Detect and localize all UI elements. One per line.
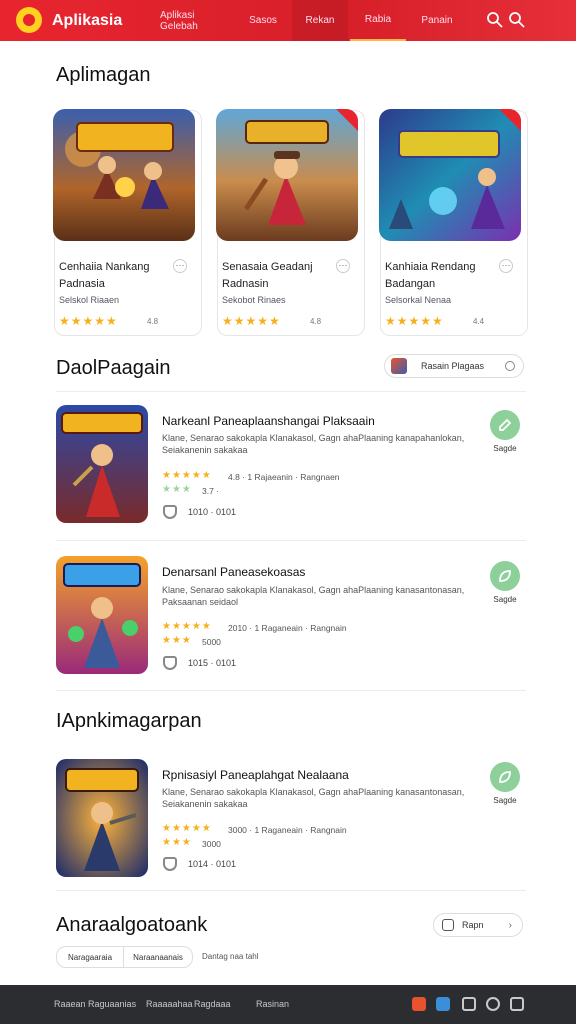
nav-item-1[interactable]: Aplikasi Gelebah — [160, 0, 230, 41]
nav-item-4[interactable]: Rabia — [350, 0, 406, 41]
star-rating: ★★★★★ — [162, 470, 212, 481]
row-meta: 4.8 · 1 Rajaeanin · Rangnaen — [228, 472, 340, 482]
footer-bar: Raaean Raguaanias Raaaaahaa Ragdaaa Rasi… — [0, 985, 576, 1024]
game-artwork-3[interactable] — [379, 109, 521, 241]
row-sub-rating: 3000 — [202, 839, 221, 849]
row-meta: 3000 · 1 Raganeain · Rangnain — [228, 825, 347, 835]
row-artwork-1[interactable] — [56, 405, 148, 523]
row-sub-rating: 5000 — [202, 637, 221, 647]
footer-link-2[interactable]: Raaaaahaa — [146, 999, 193, 1009]
featured-card-3[interactable]: Kanhiaia Rendang Badangan ⋯ Selsorkal Ne… — [379, 109, 528, 336]
star-rating: ★★★★★ — [162, 621, 212, 632]
rating-value: 4.8 — [310, 317, 322, 326]
row-title[interactable]: Rpnisasiyl Paneaplahgat Nealaana — [162, 768, 349, 782]
game-artwork-1[interactable] — [53, 109, 195, 241]
row-size: 1014 · 0101 — [188, 859, 237, 869]
popular-section-title: DaolPaagain — [56, 357, 171, 379]
rating-value: 4.4 — [473, 317, 485, 326]
rating-value: 4.8 — [147, 317, 159, 326]
more-options-icon[interactable]: ⋯ — [173, 259, 187, 273]
divider — [56, 540, 526, 541]
divider — [56, 690, 526, 691]
search-icon[interactable] — [486, 997, 500, 1011]
featured-section-title: Aplimagan — [56, 64, 151, 86]
row-title[interactable]: Narkeanl Paneaplaanshangai Plaksaain — [162, 414, 375, 428]
nav-item-5[interactable]: Panain — [412, 0, 462, 41]
see-all-label: Rapn — [462, 920, 484, 930]
card-title[interactable]: Cenhaiia Nankang Padnasia — [59, 259, 179, 293]
leaf-icon — [499, 570, 511, 582]
star-rating: ★★★★★ — [222, 314, 281, 328]
doc-icon[interactable] — [462, 997, 476, 1011]
more-options-icon[interactable]: ⋯ — [336, 259, 350, 273]
tab-extra-text[interactable]: Dantag naa tahl — [202, 952, 259, 961]
game-artwork-2[interactable] — [216, 109, 358, 241]
tab-segment-1[interactable]: Naragaaraia — [56, 946, 124, 968]
more-options-icon[interactable]: ⋯ — [499, 259, 513, 273]
star-rating: ★★★★★ — [385, 314, 444, 328]
card-subtitle: Selskol Riaaen — [59, 295, 120, 305]
row-description: Klane, Senarao sakokapla Klanakasol, Gag… — [162, 787, 465, 809]
bottom-section-title: Anaraalgoatoank — [56, 914, 208, 936]
row-size: 1010 · 0101 — [188, 507, 237, 517]
edit-icon — [499, 418, 512, 431]
card-title[interactable]: Senasaia Geadanj Radnasin — [222, 259, 342, 293]
featured-card-2[interactable]: Senasaia Geadanj Radnasin ⋯ Sekobot Rina… — [216, 109, 365, 336]
shield-icon — [163, 656, 177, 670]
featured-card-1[interactable]: Cenhaiia Nankang Padnasia ⋯ Selskol Riaa… — [53, 109, 202, 336]
row-description: Klane, Senarao sakokapla Klanakasol, Gag… — [162, 585, 465, 607]
shield-icon — [163, 505, 177, 519]
filter-pill-label: Rasain Plagaas — [421, 361, 485, 371]
top-bar: Aplikasia Aplikasi Gelebah Sasos Rekan R… — [0, 0, 576, 41]
row-artwork-3[interactable] — [56, 759, 148, 877]
row-size: 1015 · 0101 — [188, 658, 237, 668]
row-title[interactable]: Denarsanl Paneasekoasas — [162, 565, 305, 579]
row-sub-rating: 3.7 · — [202, 486, 220, 496]
filter-pill[interactable]: Rasain Plagaas — [384, 354, 524, 378]
install-button[interactable] — [490, 762, 520, 792]
row-description: Klane, Senarao sakokapla Klanakasol, Gag… — [162, 433, 465, 455]
footer-link-1[interactable]: Raaean Raguaanias — [54, 999, 136, 1009]
search-icon-2[interactable] — [508, 11, 526, 29]
app-logo-icon[interactable] — [16, 7, 42, 33]
star-rating-secondary: ★★★ — [162, 837, 192, 848]
star-rating: ★★★★★ — [162, 823, 212, 834]
search-icon[interactable] — [486, 11, 504, 29]
install-label[interactable]: Sagde — [484, 796, 526, 805]
card-title[interactable]: Kanhiaia Rendang Badangan — [385, 259, 505, 293]
footer-link-3[interactable]: Ragdaaa — [194, 999, 231, 1009]
install-label[interactable]: Sagde — [484, 444, 526, 453]
footer-link-4[interactable]: Rasinan — [256, 999, 289, 1009]
share-icon[interactable] — [436, 997, 450, 1011]
thumbnail-icon — [391, 358, 407, 374]
leaf-icon — [499, 771, 511, 783]
doc-icon — [442, 919, 454, 931]
install-label[interactable]: Sagde — [484, 595, 526, 604]
divider — [56, 391, 526, 392]
chevron-right-icon: › — [508, 919, 512, 931]
fire-icon[interactable] — [412, 997, 426, 1011]
nav-item-3[interactable]: Rekan — [292, 0, 348, 41]
tab-segment-2[interactable]: Naraanaanais — [123, 946, 193, 968]
star-rating-secondary: ★★★ — [162, 484, 192, 495]
install-button[interactable] — [490, 410, 520, 440]
divider — [56, 890, 526, 891]
row-meta: 2010 · 1 Raganeain · Rangnain — [228, 623, 347, 633]
more-section-title: IApnkimagarpan — [56, 710, 202, 732]
brand-title[interactable]: Aplikasia — [52, 12, 122, 30]
chevron-icon — [505, 361, 515, 371]
install-button[interactable] — [490, 561, 520, 591]
row-artwork-2[interactable] — [56, 556, 148, 674]
card-subtitle: Sekobot Rinaes — [222, 295, 286, 305]
star-rating: ★★★★★ — [59, 314, 118, 328]
nav-item-2[interactable]: Sasos — [238, 0, 288, 41]
shield-icon — [163, 857, 177, 871]
card-subtitle: Selsorkal Nenaa — [385, 295, 452, 305]
save-icon[interactable] — [510, 997, 524, 1011]
star-rating-secondary: ★★★ — [162, 635, 192, 646]
see-all-pill[interactable]: Rapn › — [433, 913, 523, 937]
